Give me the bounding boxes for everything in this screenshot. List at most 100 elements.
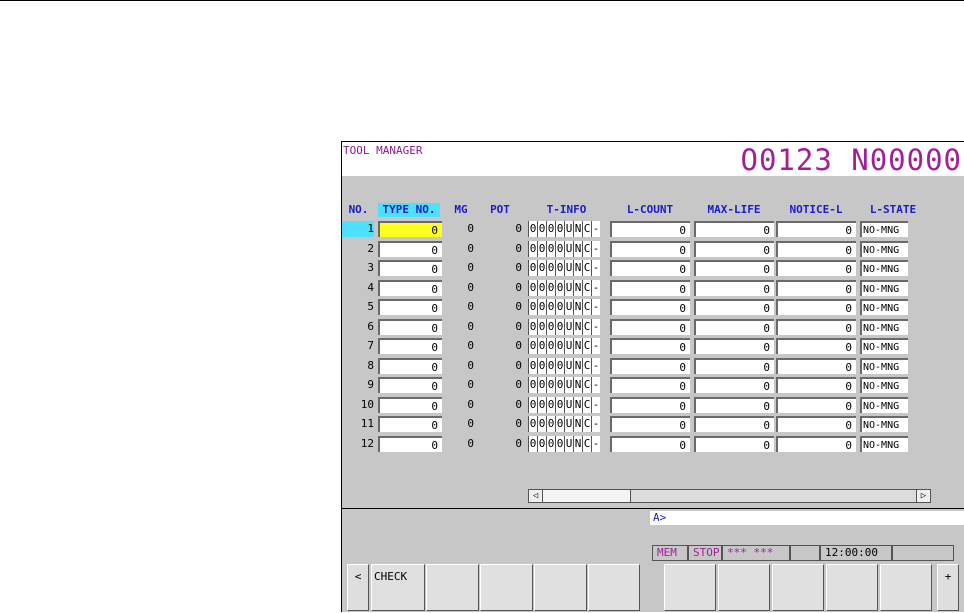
max-life-field[interactable]: 0 <box>694 338 774 354</box>
l-state-field[interactable]: NO-MNG <box>860 299 908 315</box>
type-no-field[interactable]: 0 <box>378 338 442 354</box>
softkey-button[interactable] <box>588 564 640 611</box>
softkey-button[interactable]: CHECK <box>371 564 425 611</box>
l-count-field[interactable]: 0 <box>610 318 690 335</box>
softkey-button[interactable] <box>880 564 932 611</box>
l-count-field[interactable]: 0 <box>610 416 690 432</box>
l-state-field[interactable]: NO-MNG <box>860 338 908 354</box>
softkey-prev-button[interactable]: < <box>347 564 369 611</box>
softkey-button[interactable] <box>826 564 878 611</box>
l-state-field[interactable]: NO-MNG <box>860 396 908 413</box>
l-count-field[interactable]: 0 <box>610 338 690 354</box>
notice-l-field[interactable]: 0 <box>776 260 856 276</box>
notice-l-field[interactable]: 0 <box>776 318 856 335</box>
table-row[interactable]: 4 0 0 0 0 0 0 0 U N C -0 0 0 NO-MNG <box>342 279 964 298</box>
scroll-left-icon[interactable]: ◁ <box>529 490 543 502</box>
softkey-button[interactable] <box>664 564 716 611</box>
softkey-next-button[interactable]: + <box>937 564 959 611</box>
type-no-field[interactable]: 0 <box>378 357 442 374</box>
notice-l-field[interactable]: 0 <box>776 357 856 374</box>
notice-l-field[interactable]: 0 <box>776 416 856 432</box>
type-no-field[interactable]: 0 <box>378 221 442 237</box>
t-info-field[interactable]: 0000UNC- <box>528 377 605 393</box>
notice-l-field[interactable]: 0 <box>776 240 856 257</box>
t-info-field[interactable]: 0000UNC- <box>528 435 605 452</box>
table-row[interactable]: 9 0 0 0 0 0 0 0 U N C -0 0 0 NO-MNG <box>342 377 964 395</box>
l-state-field[interactable]: NO-MNG <box>860 318 908 335</box>
l-count-field[interactable]: 0 <box>610 260 690 276</box>
t-info-field[interactable]: 0000UNC- <box>528 416 605 432</box>
softkey-button[interactable] <box>426 564 479 611</box>
t-info-field[interactable]: 0000UNC- <box>528 299 605 315</box>
l-state-field[interactable]: NO-MNG <box>860 260 908 276</box>
max-life-field[interactable]: 0 <box>694 396 774 413</box>
l-state-field[interactable]: NO-MNG <box>860 416 908 432</box>
type-no-field[interactable]: 0 <box>378 240 442 257</box>
type-no-field[interactable]: 0 <box>378 260 442 276</box>
table-row[interactable]: 6 0 0 0 0 0 0 0 U N C -0 0 0 NO-MNG <box>342 318 964 337</box>
type-no-field[interactable]: 0 <box>378 435 442 452</box>
max-life-field[interactable]: 0 <box>694 279 774 296</box>
l-count-field[interactable]: 0 <box>610 240 690 257</box>
t-info-field[interactable]: 0000UNC- <box>528 221 605 237</box>
type-no-field[interactable]: 0 <box>378 299 442 315</box>
l-count-field[interactable]: 0 <box>610 221 690 237</box>
type-no-field[interactable]: 0 <box>378 396 442 413</box>
horizontal-scrollbar[interactable]: ◁ ▷ <box>528 489 931 503</box>
type-no-field[interactable]: 0 <box>378 416 442 432</box>
max-life-field[interactable]: 0 <box>694 260 774 276</box>
l-state-field[interactable]: NO-MNG <box>860 357 908 374</box>
table-row[interactable]: 12 0 0 0 0 0 0 0 U N C -0 0 0 NO-MNG <box>342 435 964 454</box>
table-row[interactable]: 1 0 0 0 0 0 0 0 U N C -0 0 0 NO-MNG <box>342 221 964 239</box>
t-info-field[interactable]: 0000UNC- <box>528 240 605 257</box>
max-life-field[interactable]: 0 <box>694 221 774 237</box>
notice-l-field[interactable]: 0 <box>776 377 856 393</box>
table-row[interactable]: 2 0 0 0 0 0 0 0 U N C -0 0 0 NO-MNG <box>342 240 964 259</box>
softkey-button[interactable] <box>718 564 770 611</box>
table-row[interactable]: 5 0 0 0 0 0 0 0 U N C -0 0 0 NO-MNG <box>342 299 964 317</box>
l-state-field[interactable]: NO-MNG <box>860 435 908 452</box>
type-no-field[interactable]: 0 <box>378 377 442 393</box>
softkey-button[interactable] <box>772 564 824 611</box>
table-row[interactable]: 7 0 0 0 0 0 0 0 U N C -0 0 0 NO-MNG <box>342 338 964 356</box>
max-life-field[interactable]: 0 <box>694 416 774 432</box>
t-info-field[interactable]: 0000UNC- <box>528 318 605 335</box>
scroll-right-icon[interactable]: ▷ <box>916 490 930 502</box>
l-count-field[interactable]: 0 <box>610 435 690 452</box>
l-state-field[interactable]: NO-MNG <box>860 240 908 257</box>
l-count-field[interactable]: 0 <box>610 396 690 413</box>
softkey-button[interactable] <box>480 564 533 611</box>
l-state-field[interactable]: NO-MNG <box>860 221 908 237</box>
max-life-field[interactable]: 0 <box>694 299 774 315</box>
type-no-field[interactable]: 0 <box>378 279 442 296</box>
l-state-field[interactable]: NO-MNG <box>860 377 908 393</box>
max-life-field[interactable]: 0 <box>694 377 774 393</box>
max-life-field[interactable]: 0 <box>694 240 774 257</box>
scroll-thumb[interactable] <box>543 490 631 502</box>
key-input-line[interactable]: A> <box>650 511 964 525</box>
l-count-field[interactable]: 0 <box>610 279 690 296</box>
softkey-button[interactable] <box>534 564 587 611</box>
table-row[interactable]: 10 0 0 0 0 0 0 0 U N C -0 0 0 NO-MNG <box>342 396 964 415</box>
notice-l-field[interactable]: 0 <box>776 221 856 237</box>
l-count-field[interactable]: 0 <box>610 377 690 393</box>
l-state-field[interactable]: NO-MNG <box>860 279 908 296</box>
t-info-field[interactable]: 0000UNC- <box>528 260 605 276</box>
table-row[interactable]: 3 0 0 0 0 0 0 0 U N C -0 0 0 NO-MNG <box>342 260 964 278</box>
notice-l-field[interactable]: 0 <box>776 279 856 296</box>
table-row[interactable]: 11 0 0 0 0 0 0 0 U N C -0 0 0 NO-MNG <box>342 416 964 434</box>
l-count-field[interactable]: 0 <box>610 357 690 374</box>
t-info-field[interactable]: 0000UNC- <box>528 279 605 296</box>
max-life-field[interactable]: 0 <box>694 318 774 335</box>
notice-l-field[interactable]: 0 <box>776 338 856 354</box>
notice-l-field[interactable]: 0 <box>776 435 856 452</box>
table-row[interactable]: 8 0 0 0 0 0 0 0 U N C -0 0 0 NO-MNG <box>342 357 964 376</box>
max-life-field[interactable]: 0 <box>694 435 774 452</box>
t-info-field[interactable]: 0000UNC- <box>528 357 605 374</box>
t-info-field[interactable]: 0000UNC- <box>528 396 605 413</box>
l-count-field[interactable]: 0 <box>610 299 690 315</box>
type-no-field[interactable]: 0 <box>378 318 442 335</box>
t-info-field[interactable]: 0000UNC- <box>528 338 605 354</box>
notice-l-field[interactable]: 0 <box>776 396 856 413</box>
notice-l-field[interactable]: 0 <box>776 299 856 315</box>
